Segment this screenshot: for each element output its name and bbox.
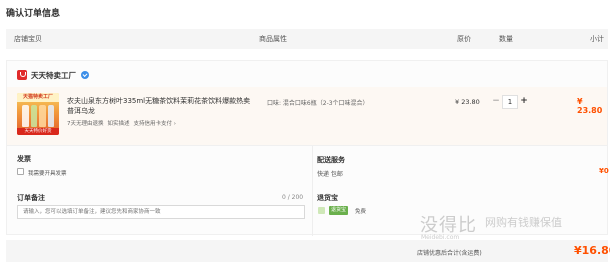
item-subtotal: ¥ 23.80 — [577, 97, 603, 115]
divider — [312, 146, 313, 236]
header-subtotal: 小计 — [590, 35, 604, 43]
remark-input[interactable] — [17, 205, 305, 219]
quantity-stepper: − 1 + — [490, 95, 530, 109]
return-insurance-free: 免费 — [355, 209, 367, 215]
return-insurance-checkbox[interactable] — [318, 207, 325, 214]
shipping-value: 快递 包邮 — [317, 171, 343, 178]
watermark-sub: 网购有钱赚保值 — [485, 216, 562, 229]
shop-logo-icon — [17, 70, 27, 80]
thumbnail-tag: 天天特价好货 — [17, 128, 59, 135]
return-insurance-label: 退货宝 — [317, 194, 338, 202]
total-amount: ¥16.80 — [574, 244, 610, 257]
item-attr: 口味: 混合口味6瓶（2-3个口味混合） — [267, 100, 369, 107]
table-header: 店铺宝贝 商品属性 原价 数量 小计 — [6, 29, 608, 49]
order-block: 天天特卖工厂 天猫特卖工厂 天天特价好货 农夫山泉东方树叶335ml无糖茶饮料茉… — [6, 60, 608, 145]
page-title: 确认订单信息 — [6, 9, 61, 19]
header-shop-item: 店铺宝贝 — [14, 35, 42, 43]
header-qty: 数量 — [499, 35, 513, 43]
service-credit-card[interactable]: 支持信用卡支付 › — [134, 119, 176, 127]
item-title[interactable]: 农夫山泉东方树叶335ml无糖茶饮料茉莉花茶饮料爆款热卖普洱乌龙 — [67, 96, 257, 116]
unit-price: ¥ 23.80 — [455, 98, 480, 106]
invoice-option[interactable]: 我需要开具发票 — [28, 169, 67, 177]
shipping-label: 配送服务 — [317, 156, 345, 164]
shop-name[interactable]: 天天特卖工厂 — [31, 70, 76, 81]
bottles-image — [22, 105, 54, 127]
total-bar: 店铺优惠后合计(含运费) ¥16.80 — [6, 240, 610, 262]
qty-minus-button[interactable]: − — [490, 95, 502, 109]
shop-row[interactable]: 天天特卖工厂 — [17, 69, 89, 81]
shipping-price: ¥0 — [599, 167, 609, 175]
total-label: 店铺优惠后合计(含运费) — [417, 250, 482, 257]
header-attr: 商品属性 — [259, 35, 287, 43]
header-price: 原价 — [457, 35, 471, 43]
qty-plus-button[interactable]: + — [518, 95, 530, 109]
thumbnail-banner: 天猫特卖工厂 — [17, 93, 59, 102]
return-insurance-badge: 退货宝 — [329, 206, 349, 215]
invoice-checkbox[interactable] — [17, 168, 24, 175]
verified-icon — [81, 71, 89, 79]
invoice-label: 发票 — [17, 155, 31, 163]
service-return[interactable]: 7天无理由退换 — [67, 119, 104, 127]
product-thumbnail[interactable]: 天猫特卖工厂 天天特价好货 — [17, 93, 59, 135]
qty-input[interactable]: 1 — [502, 95, 518, 109]
remark-count: 0 / 200 — [282, 194, 304, 201]
remark-label: 订单备注 — [17, 194, 45, 202]
item-services: 7天无理由退换 如实描述 支持信用卡支付 › — [67, 119, 176, 127]
service-description[interactable]: 如实描述 — [108, 119, 130, 127]
order-item: 天猫特卖工厂 天天特价好货 农夫山泉东方树叶335ml无糖茶饮料茉莉花茶饮料爆款… — [7, 87, 607, 145]
